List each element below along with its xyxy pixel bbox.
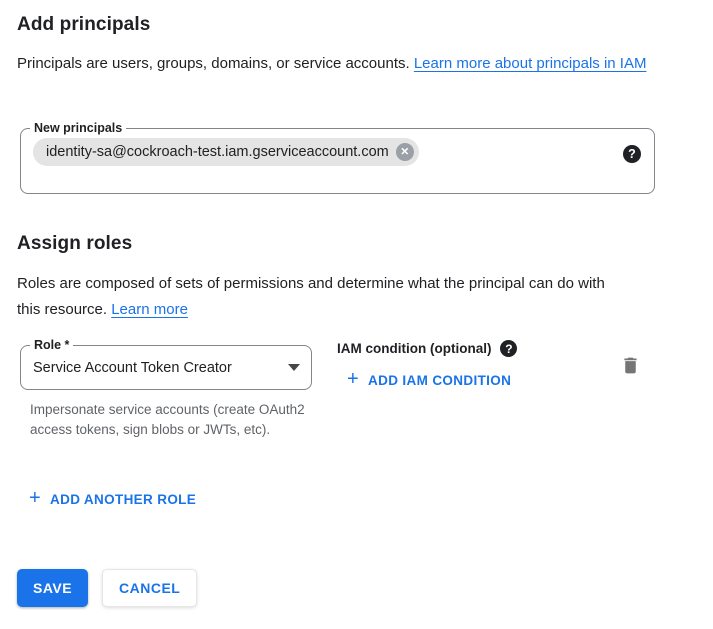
role-helper-text: Impersonate service accounts (create OAu… (30, 400, 310, 440)
principals-description-text: Principals are users, groups, domains, o… (17, 55, 414, 72)
iam-condition-help-icon[interactable]: ? (500, 340, 517, 357)
plus-icon: + (347, 369, 359, 389)
iam-condition-label: IAM condition (optional) (337, 341, 491, 356)
role-select[interactable]: Role * Service Account Token Creator (20, 345, 312, 390)
role-label: Role * (30, 337, 73, 354)
roles-description: Roles are composed of sets of permission… (17, 271, 625, 323)
iam-condition-header: IAM condition (optional) ? (337, 340, 517, 357)
add-iam-condition-label: ADD IAM CONDITION (368, 373, 511, 388)
assign-roles-heading: Assign roles (17, 233, 132, 255)
new-principals-help-icon[interactable]: ? (623, 145, 641, 163)
add-principals-heading: Add principals (17, 14, 150, 36)
add-iam-condition-button[interactable]: + ADD IAM CONDITION (347, 371, 511, 389)
principals-description: Principals are users, groups, domains, o… (17, 51, 651, 77)
learn-more-roles-link[interactable]: Learn more (111, 301, 188, 318)
add-principals-dialog: Add principals Principals are users, gro… (0, 0, 713, 629)
plus-icon: + (29, 488, 41, 508)
principal-chip-text: identity-sa@cockroach-test.iam.gservicea… (46, 144, 389, 160)
new-principals-field[interactable]: New principals identity-sa@cockroach-tes… (20, 128, 655, 194)
chip-remove-icon[interactable]: ✕ (396, 143, 414, 161)
cancel-button[interactable]: CANCEL (102, 569, 197, 607)
trash-icon (620, 355, 641, 376)
add-another-role-button[interactable]: + ADD ANOTHER ROLE (29, 490, 196, 508)
roles-description-text: Roles are composed of sets of permission… (17, 275, 605, 318)
dropdown-arrow-icon (288, 364, 300, 371)
save-button[interactable]: SAVE (17, 569, 88, 607)
learn-more-principals-link[interactable]: Learn more about principals in IAM (414, 55, 647, 72)
role-selected-value: Service Account Token Creator (21, 360, 288, 376)
principal-chip: identity-sa@cockroach-test.iam.gservicea… (33, 138, 419, 166)
new-principals-label: New principals (30, 120, 126, 137)
delete-role-button[interactable] (618, 353, 642, 377)
add-another-role-label: ADD ANOTHER ROLE (50, 492, 196, 507)
